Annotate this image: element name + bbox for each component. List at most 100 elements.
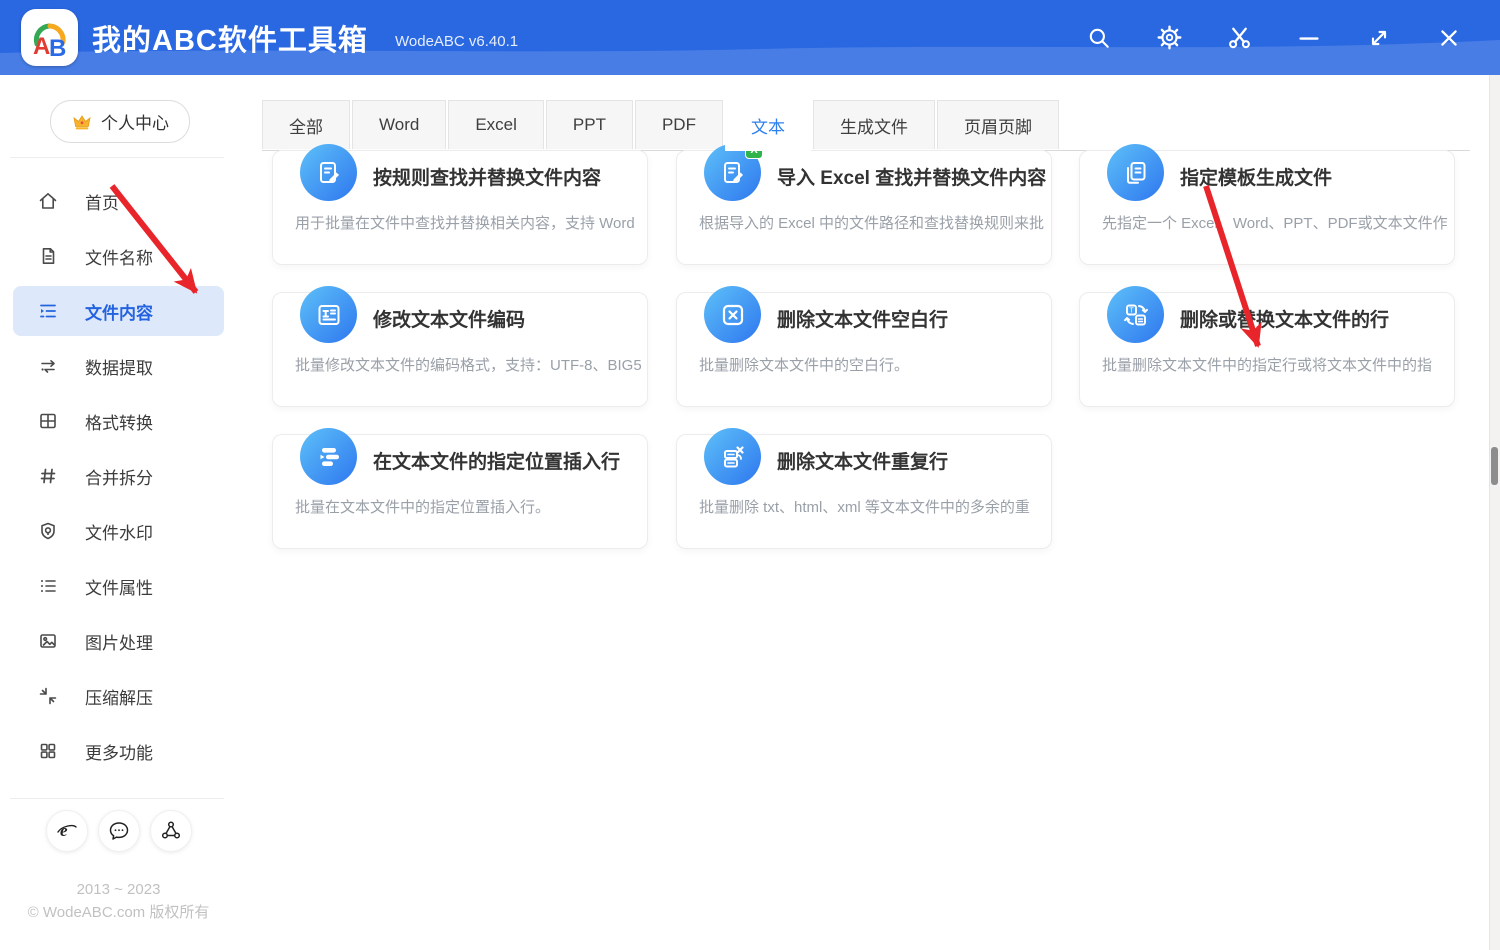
- card-title: 指定模板生成文件: [1180, 163, 1332, 190]
- scissors-icon: [1227, 25, 1252, 50]
- minimize-icon: [1297, 26, 1321, 50]
- ab-logo-icon: A B: [29, 17, 71, 59]
- app-version: WodeABC v6.40.1: [395, 33, 518, 50]
- card-title: 按规则查找并替换文件内容: [373, 163, 601, 190]
- titlebar-buttons: [1064, 0, 1484, 75]
- tab-label: 生成文件: [840, 113, 908, 138]
- copyright-text: © WodeABC.com 版权所有: [0, 901, 237, 924]
- card-desc: 根据导入的 Excel 中的文件路径和查找替换规则来批: [699, 212, 1045, 233]
- tab-label: 全部: [289, 113, 323, 138]
- tab-generate-file[interactable]: 生成文件: [813, 100, 935, 149]
- close-icon: [1437, 26, 1461, 50]
- tab-all[interactable]: 全部: [262, 100, 350, 149]
- sidebar-item-label: 文件水印: [85, 519, 153, 544]
- maximize-button[interactable]: [1344, 0, 1414, 75]
- sidebar-quick-links: e: [0, 810, 237, 852]
- tab-header-footer[interactable]: 页眉页脚: [937, 100, 1059, 149]
- svg-text:A: A: [33, 33, 50, 59]
- scrollbar[interactable]: [1489, 75, 1500, 950]
- personal-center-button[interactable]: 个人中心: [50, 100, 190, 143]
- card-find-replace-by-rule[interactable]: 按规则查找并替换文件内容 用于批量在文件中查找并替换相关内容，支持 Word: [272, 150, 648, 265]
- sidebar-item-label: 文件内容: [85, 299, 153, 324]
- search-icon: [1087, 26, 1111, 50]
- resize-icon: [1367, 26, 1391, 50]
- svg-text:T: T: [1129, 307, 1134, 314]
- search-button[interactable]: [1064, 0, 1134, 75]
- sidebar-item-data-extract[interactable]: 数据提取: [13, 341, 224, 391]
- tab-label: PPT: [573, 115, 606, 135]
- separator: [10, 798, 224, 799]
- tab-label: 文本: [751, 113, 785, 138]
- svg-text:B: B: [49, 35, 66, 59]
- sidebar-item-watermark[interactable]: 文件水印: [13, 506, 224, 556]
- scrollbar-thumb[interactable]: [1491, 447, 1498, 485]
- card-dedupe-lines[interactable]: 删除文本文件重复行 批量删除 txt、html、xml 等文本文件中的多余的重: [676, 434, 1052, 549]
- doc-stack-icon: [1107, 144, 1164, 201]
- sidebar-item-home[interactable]: 首页: [13, 176, 224, 226]
- home-icon: [38, 191, 58, 211]
- card-excel-find-replace[interactable]: X 导入 Excel 查找并替换文件内容 根据导入的 Excel 中的文件路径和…: [676, 150, 1052, 265]
- cut-button[interactable]: [1204, 0, 1274, 75]
- close-button[interactable]: [1414, 0, 1484, 75]
- tab-pdf[interactable]: PDF: [635, 100, 723, 149]
- sidebar-item-file-content[interactable]: 文件内容: [13, 286, 224, 336]
- feedback-button[interactable]: [98, 810, 140, 852]
- swap-lines-icon: T: [1107, 286, 1164, 343]
- card-title: 删除文本文件空白行: [777, 305, 948, 332]
- sidebar-item-label: 首页: [85, 189, 119, 214]
- app-title: 我的ABC软件工具箱: [92, 17, 368, 59]
- sidebar: 个人中心 首页 文件名称 文件内容 数据提取: [0, 75, 238, 950]
- tab-word[interactable]: Word: [352, 100, 446, 149]
- sidebar-item-label: 数据提取: [85, 354, 153, 379]
- category-tabs: 全部 Word Excel PPT PDF 文本 生成文件 页眉页脚: [262, 100, 1470, 151]
- sidebar-item-more[interactable]: 更多功能: [13, 726, 224, 776]
- sidebar-item-merge-split[interactable]: 合并拆分: [13, 451, 224, 501]
- card-delete-replace-lines[interactable]: T 删除或替换文本文件的行 批量删除文本文件中的指定行或将文本文件中的指: [1079, 292, 1455, 407]
- dedupe-lines-icon: [704, 428, 761, 485]
- delete-square-icon: [704, 286, 761, 343]
- card-title: 修改文本文件编码: [373, 305, 525, 332]
- chat-bubble-icon: [107, 819, 131, 843]
- more-grid-icon: [38, 741, 58, 761]
- sidebar-item-compress[interactable]: 压缩解压: [13, 671, 224, 721]
- browser-link-button[interactable]: e: [46, 810, 88, 852]
- compress-arrows-icon: [38, 686, 58, 706]
- shield-badge-icon: [38, 521, 58, 541]
- sidebar-item-file-name[interactable]: 文件名称: [13, 231, 224, 281]
- sidebar-item-format-convert[interactable]: 格式转换: [13, 396, 224, 446]
- tab-excel[interactable]: Excel: [448, 100, 544, 149]
- share-network-icon: [159, 819, 183, 843]
- tab-label: 页眉页脚: [964, 113, 1032, 138]
- card-desc: 批量删除文本文件中的指定行或将文本文件中的指: [1102, 354, 1448, 375]
- titlebar: A B 我的ABC软件工具箱 WodeABC v6.40.1: [0, 0, 1500, 75]
- app-logo: A B: [21, 9, 78, 66]
- tab-label: PDF: [662, 115, 696, 135]
- sidebar-item-label: 压缩解压: [85, 684, 153, 709]
- card-insert-lines[interactable]: 在文本文件的指定位置插入行 批量在文本文件中的指定位置插入行。: [272, 434, 648, 549]
- main-content: 全部 Word Excel PPT PDF 文本 生成文件 页眉页脚 按规则查找…: [237, 75, 1490, 950]
- settings-button[interactable]: [1134, 0, 1204, 75]
- doc-edit-excel-icon: X: [704, 144, 761, 201]
- card-title: 导入 Excel 查找并替换文件内容: [777, 163, 1046, 190]
- card-change-encoding[interactable]: 修改文本文件编码 批量修改文本文件的编码格式，支持：UTF-8、BIG5: [272, 292, 648, 407]
- share-button[interactable]: [150, 810, 192, 852]
- sidebar-item-label: 图片处理: [85, 629, 153, 654]
- card-template-generate[interactable]: 指定模板生成文件 先指定一个 Excel、Word、PPT、PDF或文本文件作: [1079, 150, 1455, 265]
- sidebar-menu: 首页 文件名称 文件内容 数据提取 格式转换: [0, 176, 237, 781]
- hash-icon: [38, 466, 58, 486]
- sidebar-item-image-process[interactable]: 图片处理: [13, 616, 224, 666]
- grid-window-icon: [38, 411, 58, 431]
- card-desc: 批量在文本文件中的指定位置插入行。: [295, 496, 641, 517]
- doc-edit-icon: [300, 144, 357, 201]
- card-title: 删除或替换文本文件的行: [1180, 305, 1389, 332]
- card-desc: 批量删除 txt、html、xml 等文本文件中的多余的重: [699, 496, 1045, 517]
- minimize-button[interactable]: [1274, 0, 1344, 75]
- tab-text[interactable]: 文本: [725, 100, 811, 151]
- card-desc: 先指定一个 Excel、Word、PPT、PDF或文本文件作: [1102, 212, 1448, 233]
- card-delete-blank-lines[interactable]: 删除文本文件空白行 批量删除文本文件中的空白行。: [676, 292, 1052, 407]
- sidebar-item-file-props[interactable]: 文件属性: [13, 561, 224, 611]
- sidebar-item-label: 文件属性: [85, 574, 153, 599]
- tab-ppt[interactable]: PPT: [546, 100, 633, 149]
- copyright-years: 2013 ~ 2023: [0, 878, 237, 901]
- list-icon: [38, 576, 58, 596]
